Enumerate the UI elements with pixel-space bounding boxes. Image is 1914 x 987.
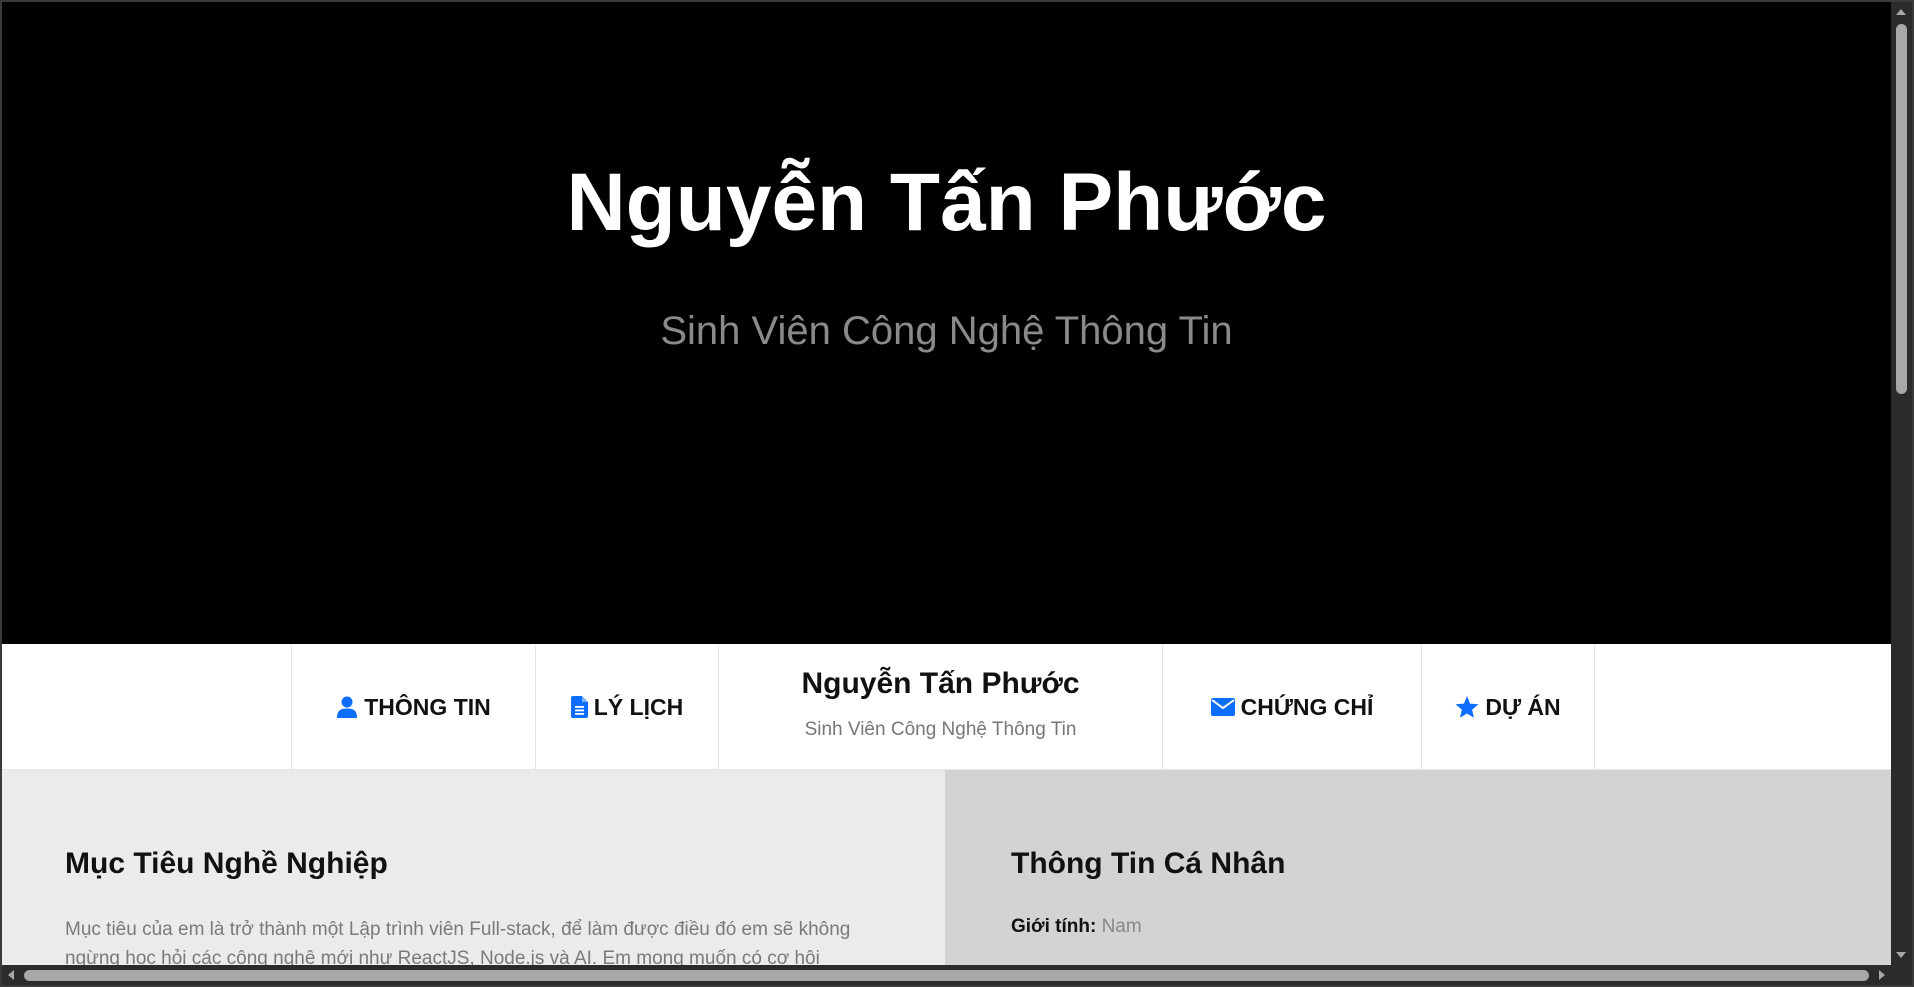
horizontal-scroll-thumb[interactable] <box>24 970 1869 981</box>
nav-item-chung-chi[interactable]: CHỨNG CHỈ <box>1162 645 1421 769</box>
scroll-up-arrow-icon[interactable] <box>1896 9 1906 15</box>
nav-item-thong-tin[interactable]: THÔNG TIN <box>291 645 535 769</box>
nav-item-ly-lich[interactable]: LÝ LỊCH <box>535 645 718 769</box>
star-icon <box>1455 695 1479 718</box>
brand-subtitle: Sinh Viên Công Nghệ Thông Tin <box>804 719 1077 740</box>
scroll-right-arrow-icon[interactable] <box>1879 970 1885 980</box>
scrollbar-corner <box>1891 965 1912 985</box>
hero-subtitle: Sinh Viên Công Nghệ Thông Tin <box>660 309 1233 353</box>
horizontal-scrollbar[interactable] <box>2 965 1891 985</box>
personal-info-section: Thông Tin Cá Nhân Giới tính: Nam <box>945 770 1891 965</box>
nav-label: DỰ ÁN <box>1485 693 1561 720</box>
career-objective-text: Mục tiêu của em là trở thành một Lập trì… <box>65 919 851 965</box>
hero-section: Nguyễn Tấn Phước Sinh Viên Công Nghệ Thô… <box>2 2 1891 644</box>
user-icon <box>337 696 358 718</box>
scroll-down-arrow-icon[interactable] <box>1896 952 1906 958</box>
gender-row: Giới tính: Nam <box>1011 916 1142 938</box>
document-icon <box>570 696 588 718</box>
gender-value: Nam <box>1101 916 1142 937</box>
nav-label: LÝ LỊCH <box>593 693 684 720</box>
vertical-scroll-thumb[interactable] <box>1896 24 1907 394</box>
nav-item-du-an[interactable]: DỰ ÁN <box>1421 645 1595 769</box>
scroll-left-arrow-icon[interactable] <box>8 970 14 980</box>
nav-label: THÔNG TIN <box>364 693 491 720</box>
personal-info-heading: Thông Tin Cá Nhân <box>1011 847 1286 880</box>
gender-label: Giới tính: <box>1011 916 1097 937</box>
envelope-icon <box>1210 698 1235 716</box>
nav-brand[interactable]: Nguyễn Tấn Phước Sinh Viên Công Nghệ Thô… <box>718 645 1162 769</box>
career-objective-heading: Mục Tiêu Nghề Nghiệp <box>65 847 388 880</box>
vertical-scrollbar[interactable] <box>1891 2 1912 965</box>
main-navbar: THÔNG TIN LÝ LỊCH Nguyễn Tấn Phước Sinh … <box>2 645 1891 770</box>
nav-label: CHỨNG CHỈ <box>1240 693 1374 720</box>
page-viewport: Nguyễn Tấn Phước Sinh Viên Công Nghệ Thô… <box>2 2 1891 965</box>
career-objective-section: Mục Tiêu Nghề Nghiệp Mục tiêu của em là … <box>2 770 945 965</box>
hero-title: Nguyễn Tấn Phước <box>566 157 1327 248</box>
brand-name: Nguyễn Tấn Phước <box>801 667 1080 700</box>
